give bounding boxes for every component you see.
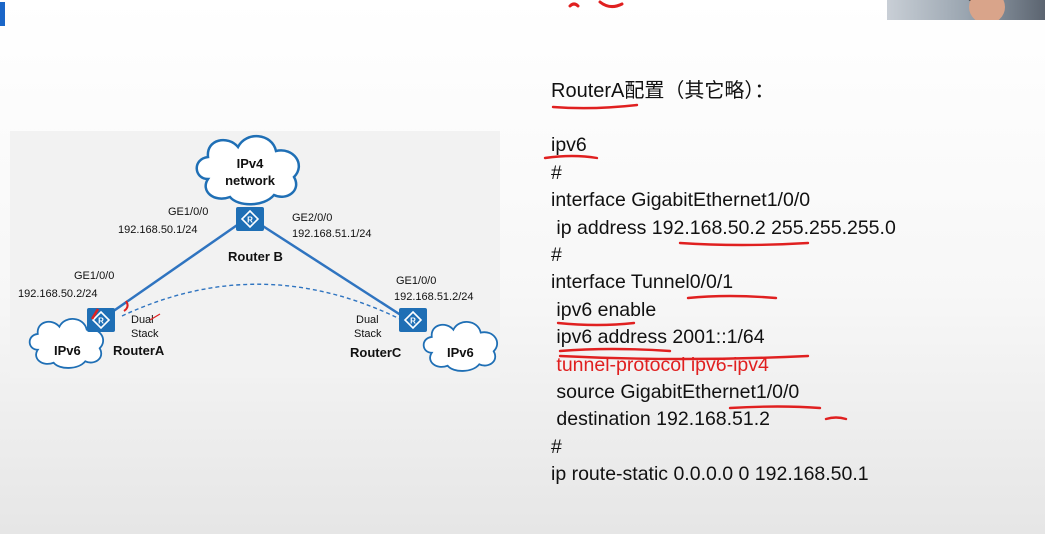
config-line: destination 192.168.51.2 [551,408,771,431]
config-line: ipv6 address 2001::1/64 [551,326,765,349]
router-a-icon [86,307,116,333]
router-b-right-port: GE2/0/0 [292,212,332,224]
config-line: ipv6 enable [551,298,657,321]
ipv4-network-cloud: IPv4 network [195,134,301,206]
router-a-port: GE1/0/0 [74,270,114,282]
config-title: RouterA配置（其它略）： [551,80,775,102]
svg-text:network: network [225,173,276,188]
config-line: # [551,243,562,266]
ipv6-left-label: IPv6 [54,343,81,358]
config-line: ip route-static 0.0.0.0 0 192.168.50.1 [551,463,869,486]
router-a-label: RouterA [113,343,165,358]
router-c-stack-1: Dual [356,314,379,326]
config-line: ip address 192.168.50.2 255.255.255.0 [551,216,896,239]
router-b-right-ip: 192.168.51.1/24 [292,228,372,240]
router-c-stack-2: Stack [354,328,382,340]
router-a-ip: 192.168.50.2/24 [18,288,98,300]
webcam-overlay [887,0,1045,20]
router-b-left-ip: 192.168.50.1/24 [118,224,198,236]
network-topology-diagram: R IPv4 network Router B GE1/0/0 192.168.… [10,131,500,378]
router-b-icon [235,206,265,232]
svg-text:IPv4: IPv4 [237,156,265,171]
router-b-label: Router B [228,249,283,264]
router-a-stack-2: Stack [131,328,159,340]
config-line: ipv6 [551,134,587,157]
config-line: interface Tunnel0/0/1 [551,271,734,294]
router-c-label: RouterC [350,345,402,360]
router-c-port: GE1/0/0 [396,275,436,287]
config-line: interface GigabitEthernet1/0/0 [551,189,811,212]
ipv6-right-label: IPv6 [447,345,474,360]
config-line-highlighted: tunnel-protocol ipv6-ipv4 [551,353,769,376]
config-line: source GigabitEthernet1/0/0 [551,380,800,403]
config-line: # [551,161,562,184]
config-line: # [551,435,562,458]
router-b-left-port: GE1/0/0 [168,206,208,218]
routerA-config-block: RouterA配置（其它略）： ipv6 # interface Gigabit… [551,78,1021,488]
router-c-ip: 192.168.51.2/24 [394,291,474,303]
router-c-icon [398,307,428,333]
